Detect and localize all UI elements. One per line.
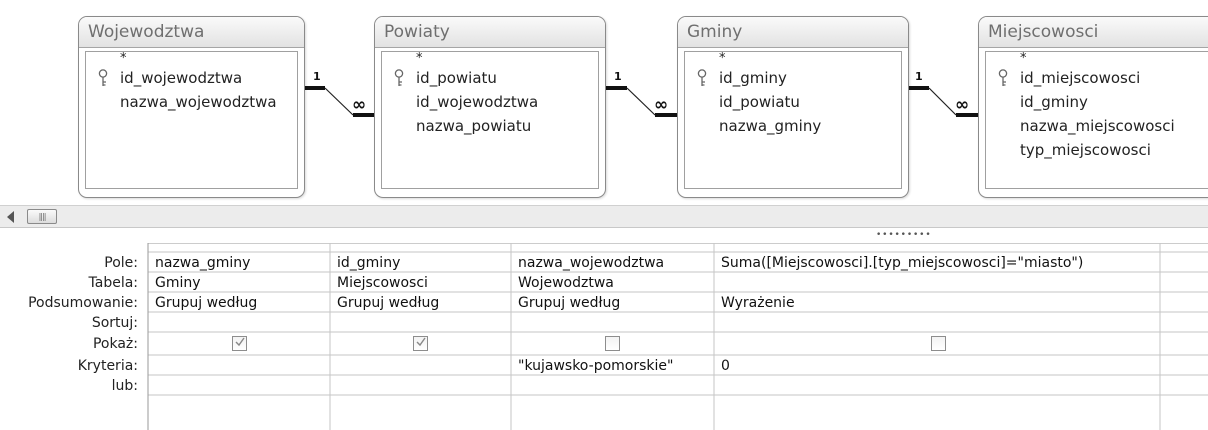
field-list[interactable]: * id_gminy id_powiatu nazwa_gminy [684, 51, 902, 189]
cell-lub[interactable] [721, 376, 1157, 396]
field-item[interactable]: nazwa_miejscowosci [986, 114, 1208, 138]
cell-pole[interactable]: nazwa_wojewodztwa [518, 253, 712, 273]
field-item[interactable]: nazwa_wojewodztwa [86, 90, 297, 114]
field-label: id_powiatu [416, 69, 497, 87]
cell-sortuj[interactable] [155, 313, 327, 333]
field-all[interactable]: * [986, 52, 1208, 66]
cell-tabela[interactable]: Miejscowosci [337, 273, 507, 293]
splitter-grip-icon[interactable]: • • • • • • • • • [876, 231, 931, 240]
table-powiaty[interactable]: Powiaty * id_powiatu id_wojewodztwa nazw… [374, 16, 606, 198]
many-label: ∞ [654, 95, 668, 115]
relationship-woj-pow[interactable]: 1 ∞ [305, 70, 374, 117]
field-all[interactable]: * [382, 52, 598, 66]
many-label: ∞ [955, 95, 969, 115]
query-design-diagram: 1 ∞ 1 ∞ 1 ∞ Wojewodztwa * id_wojewodztwa [0, 0, 1208, 205]
field-label: id_wojewodztwa [120, 69, 243, 87]
table-title[interactable]: Powiaty [375, 17, 605, 48]
field-list[interactable]: * id_powiatu id_wojewodztwa nazwa_powiat… [381, 51, 599, 189]
field-all[interactable]: * [685, 52, 901, 66]
cell-podsumowanie[interactable]: Wyrażenie [721, 293, 1157, 313]
field-label: id_gminy [719, 69, 787, 87]
field-item[interactable]: nazwa_gminy [685, 114, 901, 138]
cell-pole[interactable] [1166, 253, 1206, 273]
cell-kryteria[interactable]: "kujawsko-pomorskie" [518, 356, 712, 376]
row-label-pokaz: Pokaż: [92, 336, 138, 352]
table-gminy[interactable]: Gminy * id_gminy id_powiatu nazwa_gminy [677, 16, 909, 198]
cell-tabela[interactable]: Wojewodztwa [518, 273, 712, 293]
cell-podsumowanie[interactable]: Grupuj według [337, 293, 507, 313]
field-item[interactable]: id_powiatu [382, 66, 598, 90]
primary-key-icon [394, 69, 404, 86]
table-title[interactable]: Wojewodztwa [79, 17, 304, 48]
field-item[interactable]: id_wojewodztwa [86, 66, 297, 90]
checkmark-icon [416, 337, 426, 347]
table-wojewodztwa[interactable]: Wojewodztwa * id_wojewodztwa nazwa_wojew… [78, 16, 305, 198]
row-label-lub: lub: [111, 378, 138, 394]
row-label-sortuj: Sortuj: [91, 315, 138, 331]
cell-kryteria[interactable] [155, 356, 327, 376]
horizontal-scrollbar[interactable]: |||| [0, 205, 1208, 228]
relationship-pow-gm[interactable]: 1 ∞ [606, 70, 677, 117]
cell-kryteria[interactable]: 0 [721, 356, 1157, 376]
one-label: 1 [614, 70, 622, 83]
field-item[interactable]: id_wojewodztwa [382, 90, 598, 114]
primary-key-icon [697, 69, 707, 86]
cell-tabela[interactable] [721, 273, 1157, 293]
row-label-kryteria: Kryteria: [77, 358, 138, 374]
cell-pole[interactable]: Suma([Miejscowosci].[typ_miejscowosci]="… [721, 253, 1157, 273]
cell-kryteria[interactable] [1166, 356, 1206, 376]
one-label: 1 [313, 70, 321, 83]
checkmark-icon [235, 337, 245, 347]
row-label-pole: Pole: [104, 255, 138, 271]
many-label: ∞ [352, 95, 366, 115]
field-list[interactable]: * id_miejscowosci id_gminy nazwa_miejsco… [985, 51, 1208, 189]
cell-lub[interactable] [518, 376, 712, 396]
pane-splitter[interactable]: • • • • • • • • • [0, 228, 1208, 242]
show-checkbox[interactable] [232, 336, 247, 351]
table-miejscowosci[interactable]: Miejscowosci * id_miejscowosci id_gminy … [978, 16, 1208, 198]
row-label-tabela: Tabela: [88, 275, 139, 291]
scroll-left-arrow-icon[interactable] [7, 211, 14, 223]
field-item[interactable]: id_powiatu [685, 90, 901, 114]
table-title[interactable]: Miejscowosci [979, 17, 1208, 48]
field-item[interactable]: typ_miejscowosci [986, 138, 1208, 162]
cell-pole[interactable]: id_gminy [337, 253, 507, 273]
cell-sortuj[interactable] [337, 313, 507, 333]
show-checkbox[interactable] [413, 336, 428, 351]
show-checkbox[interactable] [931, 336, 946, 351]
cell-lub[interactable] [155, 376, 327, 396]
scroll-thumb[interactable]: |||| [27, 209, 57, 224]
primary-key-icon [98, 69, 108, 86]
cell-lub[interactable] [337, 376, 507, 396]
cell-podsumowanie[interactable] [1166, 293, 1206, 313]
field-all[interactable]: * [86, 52, 297, 66]
cell-tabela[interactable] [1166, 273, 1206, 293]
primary-key-icon [998, 69, 1008, 86]
cell-sortuj[interactable] [518, 313, 712, 333]
field-item[interactable]: id_miejscowosci [986, 66, 1208, 90]
field-item[interactable]: id_gminy [986, 90, 1208, 114]
relationship-gm-mie[interactable]: 1 ∞ [909, 70, 978, 117]
cell-kryteria[interactable] [337, 356, 507, 376]
field-item[interactable]: id_gminy [685, 66, 901, 90]
cell-pole[interactable]: nazwa_gminy [155, 253, 327, 273]
cell-tabela[interactable]: Gminy [155, 273, 327, 293]
row-label-podsumowanie: Podsumowanie: [28, 295, 138, 311]
field-label: id_miejscowosci [1020, 69, 1141, 87]
table-title[interactable]: Gminy [678, 17, 908, 48]
one-label: 1 [915, 70, 923, 83]
cell-podsumowanie[interactable]: Grupuj według [155, 293, 327, 313]
field-item[interactable]: nazwa_powiatu [382, 114, 598, 138]
show-checkbox[interactable] [605, 336, 620, 351]
query-design-grid: Pole: Tabela: Podsumowanie: Sortuj: Poka… [0, 243, 1208, 430]
field-list[interactable]: * id_wojewodztwa nazwa_wojewodztwa [85, 51, 298, 189]
cell-podsumowanie[interactable]: Grupuj według [518, 293, 712, 313]
cell-sortuj[interactable] [721, 313, 1157, 333]
